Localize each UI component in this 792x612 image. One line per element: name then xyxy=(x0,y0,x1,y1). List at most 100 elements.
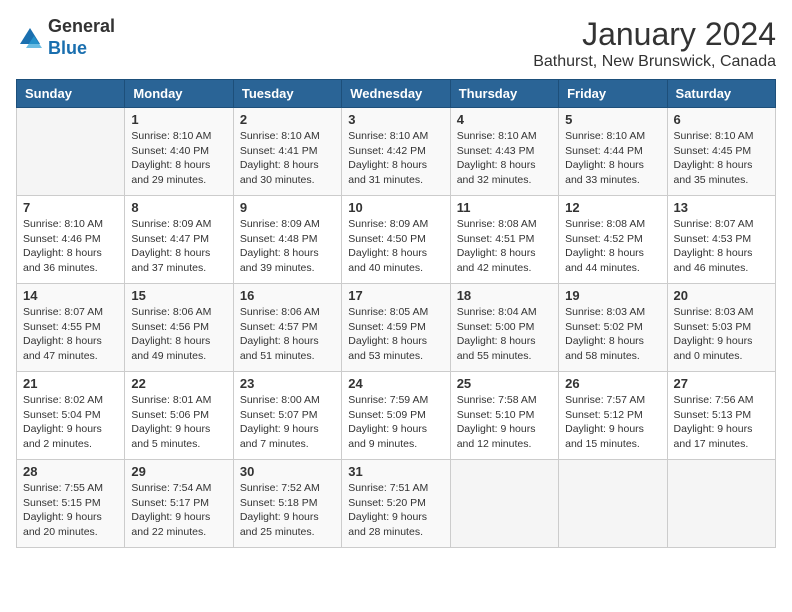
day-info: Sunrise: 8:07 AMSunset: 4:53 PMDaylight:… xyxy=(674,217,769,276)
calendar-week-row: 7Sunrise: 8:10 AMSunset: 4:46 PMDaylight… xyxy=(17,196,776,284)
calendar-cell xyxy=(450,460,558,548)
calendar-cell: 7Sunrise: 8:10 AMSunset: 4:46 PMDaylight… xyxy=(17,196,125,284)
calendar-cell: 28Sunrise: 7:55 AMSunset: 5:15 PMDayligh… xyxy=(17,460,125,548)
day-info: Sunrise: 8:10 AMSunset: 4:46 PMDaylight:… xyxy=(23,217,118,276)
day-of-week-header: Thursday xyxy=(450,80,558,108)
calendar-cell: 24Sunrise: 7:59 AMSunset: 5:09 PMDayligh… xyxy=(342,372,450,460)
day-number: 30 xyxy=(240,464,335,479)
calendar-body: 1Sunrise: 8:10 AMSunset: 4:40 PMDaylight… xyxy=(17,108,776,548)
day-of-week-header: Wednesday xyxy=(342,80,450,108)
calendar-cell: 23 Sunrise: 8:00 AMSunset: 5:07 PMDayligh… xyxy=(233,372,341,460)
day-number: 11 xyxy=(457,200,552,215)
day-number: 9 xyxy=(240,200,335,215)
day-info: Sunrise: 8:02 AMSunset: 5:04 PMDaylight:… xyxy=(23,393,118,452)
day-number: 18 xyxy=(457,288,552,303)
day-number: 8 xyxy=(131,200,226,215)
calendar-cell xyxy=(559,460,667,548)
day-info: Sunrise: 8:09 AMSunset: 4:47 PMDaylight:… xyxy=(131,217,226,276)
day-info: Sunrise: 8:09 AMSunset: 4:50 PMDaylight:… xyxy=(348,217,443,276)
day-of-week-header: Sunday xyxy=(17,80,125,108)
day-info: Sunrise: 7:54 AMSunset: 5:17 PMDaylight:… xyxy=(131,481,226,540)
day-number: 22 xyxy=(131,376,226,391)
logo-icon xyxy=(16,24,44,52)
day-info: Sunrise: 8:10 AMSunset: 4:45 PMDaylight:… xyxy=(674,129,769,188)
calendar-cell: 26Sunrise: 7:57 AMSunset: 5:12 PMDayligh… xyxy=(559,372,667,460)
calendar-cell: 16Sunrise: 8:06 AMSunset: 4:57 PMDayligh… xyxy=(233,284,341,372)
calendar-cell: 22 Sunrise: 8:01 AMSunset: 5:06 PMDayligh… xyxy=(125,372,233,460)
calendar-header: SundayMondayTuesdayWednesdayThursdayFrid… xyxy=(17,80,776,108)
day-number: 15 xyxy=(131,288,226,303)
day-number: 27 xyxy=(674,376,769,391)
day-info: Sunrise: 7:52 AMSunset: 5:18 PMDaylight:… xyxy=(240,481,335,540)
day-number: 17 xyxy=(348,288,443,303)
day-number: 19 xyxy=(565,288,660,303)
calendar-cell xyxy=(17,108,125,196)
day-info: Sunrise: 8:10 AMSunset: 4:43 PMDaylight:… xyxy=(457,129,552,188)
day-info: Sunrise: 8:09 AMSunset: 4:48 PMDaylight:… xyxy=(240,217,335,276)
calendar-cell: 8 Sunrise: 8:09 AMSunset: 4:47 PMDaylight… xyxy=(125,196,233,284)
calendar-cell: 3 Sunrise: 8:10 AMSunset: 4:42 PMDaylight… xyxy=(342,108,450,196)
day-number: 3 xyxy=(348,112,443,127)
day-of-week-header: Friday xyxy=(559,80,667,108)
day-info: Sunrise: 8:08 AMSunset: 4:51 PMDaylight:… xyxy=(457,217,552,276)
calendar-cell: 18Sunrise: 8:04 AMSunset: 5:00 PMDayligh… xyxy=(450,284,558,372)
day-info: Sunrise: 7:57 AMSunset: 5:12 PMDaylight:… xyxy=(565,393,660,452)
day-info: Sunrise: 8:10 AMSunset: 4:41 PMDaylight:… xyxy=(240,129,335,188)
calendar-table: SundayMondayTuesdayWednesdayThursdayFrid… xyxy=(16,79,776,548)
calendar-cell: 9 Sunrise: 8:09 AMSunset: 4:48 PMDaylight… xyxy=(233,196,341,284)
calendar-cell: 31Sunrise: 7:51 AMSunset: 5:20 PMDayligh… xyxy=(342,460,450,548)
calendar-cell: 30 Sunrise: 7:52 AMSunset: 5:18 PMDayligh… xyxy=(233,460,341,548)
calendar-cell: 15 Sunrise: 8:06 AMSunset: 4:56 PMDayligh… xyxy=(125,284,233,372)
day-info: Sunrise: 7:58 AMSunset: 5:10 PMDaylight:… xyxy=(457,393,552,452)
calendar-cell: 27 Sunrise: 7:56 AMSunset: 5:13 PMDayligh… xyxy=(667,372,775,460)
title-area: January 2024 Bathurst, New Brunswick, Ca… xyxy=(533,16,776,71)
header: General Blue January 2024 Bathurst, New … xyxy=(16,16,776,71)
day-info: Sunrise: 8:06 AMSunset: 4:56 PMDaylight:… xyxy=(131,305,226,364)
calendar-cell xyxy=(667,460,775,548)
day-number: 31 xyxy=(348,464,443,479)
days-of-week-row: SundayMondayTuesdayWednesdayThursdayFrid… xyxy=(17,80,776,108)
calendar-cell: 1Sunrise: 8:10 AMSunset: 4:40 PMDaylight… xyxy=(125,108,233,196)
day-number: 25 xyxy=(457,376,552,391)
day-info: Sunrise: 8:08 AMSunset: 4:52 PMDaylight:… xyxy=(565,217,660,276)
calendar-cell: 20Sunrise: 8:03 AMSunset: 5:03 PMDayligh… xyxy=(667,284,775,372)
day-info: Sunrise: 8:10 AMSunset: 4:44 PMDaylight:… xyxy=(565,129,660,188)
calendar-cell: 29 Sunrise: 7:54 AMSunset: 5:17 PMDayligh… xyxy=(125,460,233,548)
day-info: Sunrise: 8:06 AMSunset: 4:57 PMDaylight:… xyxy=(240,305,335,364)
calendar-cell: 2 Sunrise: 8:10 AMSunset: 4:41 PMDaylight… xyxy=(233,108,341,196)
calendar-cell: 11 Sunrise: 8:08 AMSunset: 4:51 PMDayligh… xyxy=(450,196,558,284)
day-number: 23 xyxy=(240,376,335,391)
calendar-week-row: 14 Sunrise: 8:07 AMSunset: 4:55 PMDayligh… xyxy=(17,284,776,372)
calendar-week-row: 28Sunrise: 7:55 AMSunset: 5:15 PMDayligh… xyxy=(17,460,776,548)
day-info: Sunrise: 8:07 AMSunset: 4:55 PMDaylight:… xyxy=(23,305,118,364)
calendar-cell: 17Sunrise: 8:05 AMSunset: 4:59 PMDayligh… xyxy=(342,284,450,372)
calendar-cell: 19 Sunrise: 8:03 AMSunset: 5:02 PMDayligh… xyxy=(559,284,667,372)
day-info: Sunrise: 8:03 AMSunset: 5:03 PMDaylight:… xyxy=(674,305,769,364)
day-info: Sunrise: 8:03 AMSunset: 5:02 PMDaylight:… xyxy=(565,305,660,364)
day-number: 13 xyxy=(674,200,769,215)
calendar-subtitle: Bathurst, New Brunswick, Canada xyxy=(533,53,776,71)
calendar-cell: 14 Sunrise: 8:07 AMSunset: 4:55 PMDayligh… xyxy=(17,284,125,372)
calendar-cell: 5Sunrise: 8:10 AMSunset: 4:44 PMDaylight… xyxy=(559,108,667,196)
calendar-week-row: 21 Sunrise: 8:02 AMSunset: 5:04 PMDayligh… xyxy=(17,372,776,460)
logo-blue-text: Blue xyxy=(48,38,87,58)
calendar-cell: 4 Sunrise: 8:10 AMSunset: 4:43 PMDaylight… xyxy=(450,108,558,196)
day-number: 21 xyxy=(23,376,118,391)
day-info: Sunrise: 8:10 AMSunset: 4:42 PMDaylight:… xyxy=(348,129,443,188)
day-of-week-header: Saturday xyxy=(667,80,775,108)
day-info: Sunrise: 7:55 AMSunset: 5:15 PMDaylight:… xyxy=(23,481,118,540)
day-info: Sunrise: 8:00 AMSunset: 5:07 PMDaylight:… xyxy=(240,393,335,452)
logo-general-text: General xyxy=(48,16,115,36)
day-number: 14 xyxy=(23,288,118,303)
day-number: 4 xyxy=(457,112,552,127)
day-number: 29 xyxy=(131,464,226,479)
calendar-cell: 25 Sunrise: 7:58 AMSunset: 5:10 PMDayligh… xyxy=(450,372,558,460)
day-info: Sunrise: 8:01 AMSunset: 5:06 PMDaylight:… xyxy=(131,393,226,452)
day-number: 12 xyxy=(565,200,660,215)
day-number: 10 xyxy=(348,200,443,215)
calendar-cell: 6Sunrise: 8:10 AMSunset: 4:45 PMDaylight… xyxy=(667,108,775,196)
logo-text: General Blue xyxy=(48,16,115,59)
day-info: Sunrise: 7:56 AMSunset: 5:13 PMDaylight:… xyxy=(674,393,769,452)
calendar-title: January 2024 xyxy=(533,16,776,53)
day-number: 2 xyxy=(240,112,335,127)
